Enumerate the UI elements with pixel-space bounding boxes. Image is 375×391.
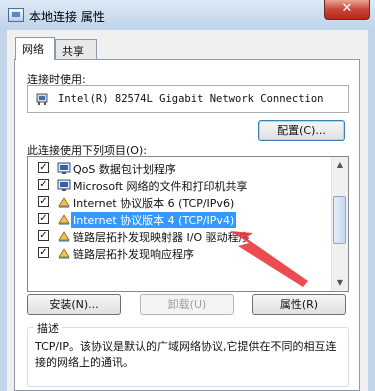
item-checkbox[interactable]: ✓: [38, 196, 49, 207]
description-legend: 描述: [34, 320, 62, 336]
adapter-name: Intel(R) 82574L Gigabit Network Connecti…: [58, 93, 324, 105]
item-label: Internet 协议版本 6 (TCP/IPv6): [73, 197, 235, 210]
scroll-up-icon[interactable]: ▲: [332, 157, 348, 173]
item-label: Internet 协议版本 4 (TCP/IPv4): [71, 212, 237, 228]
title-bar: 本地连接 属性 ✕: [0, 0, 375, 30]
list-item[interactable]: ✓ 链路层拓扑发现映射器 I/O 驱动程序: [28, 228, 328, 244]
network-connection-icon: [8, 8, 24, 22]
item-label: 链路层拓扑发现映射器 I/O 驱动程序: [73, 231, 250, 244]
protocol-icon: [58, 231, 70, 242]
item-checkbox[interactable]: ✓: [38, 162, 49, 173]
item-checkbox[interactable]: ✓: [38, 230, 49, 241]
item-label: QoS 数据包计划程序: [73, 163, 176, 176]
scroll-down-icon[interactable]: ▼: [332, 275, 348, 291]
close-button[interactable]: ✕: [324, 0, 370, 20]
description-text: TCP/IP。该协议是默认的广域网络协议,它提供在不同的相互连接的网络上的通讯。: [35, 340, 337, 369]
item-checkbox[interactable]: ✓: [38, 247, 49, 258]
list-item[interactable]: ✓ QoS 数据包计划程序: [28, 160, 328, 176]
properties-button[interactable]: 属性(R): [252, 294, 346, 315]
configure-button[interactable]: 配置(C)...: [258, 120, 345, 141]
list-item[interactable]: ✓ Internet 协议版本 6 (TCP/IPv6): [28, 194, 328, 210]
qos-icon: [57, 162, 71, 174]
list-item[interactable]: ✓ 链路层拓扑发现响应程序: [28, 245, 328, 261]
list-item[interactable]: ✓ Internet 协议版本 4 (TCP/IPv4): [28, 211, 328, 228]
properties-dialog: 网络 共享 连接时使用: Intel(R) 82574L Gigabit Net…: [7, 30, 368, 391]
install-button[interactable]: 安装(N)...: [27, 294, 121, 315]
protocol-icon: [58, 248, 70, 259]
protocol-icon: [58, 197, 70, 208]
tab-network[interactable]: 网络: [15, 37, 55, 60]
tab-sharing[interactable]: 共享: [55, 39, 97, 59]
list-item[interactable]: ✓ Microsoft 网络的文件和打印机共享: [28, 177, 328, 193]
item-label: 链路层拓扑发现响应程序: [73, 248, 194, 261]
uninstall-button[interactable]: 卸载(U): [140, 294, 234, 315]
description-group: 描述 TCP/IP。该协议是默认的广域网络协议,它提供在不同的相互连接的网络上的…: [27, 320, 349, 387]
items-list[interactable]: ✓ QoS 数据包计划程序 ✓ Microsoft 网络的文件和打印机共享 ✓: [27, 156, 349, 292]
network-adapter-icon: [36, 93, 48, 105]
vertical-scrollbar[interactable]: ▲ ▼: [331, 157, 348, 291]
item-label: Microsoft 网络的文件和打印机共享: [73, 180, 248, 193]
item-checkbox[interactable]: ✓: [38, 213, 49, 224]
item-checkbox[interactable]: ✓: [38, 179, 49, 190]
adapter-field: Intel(R) 82574L Gigabit Network Connecti…: [27, 85, 349, 113]
scroll-thumb[interactable]: [333, 196, 346, 244]
protocol-icon: [58, 214, 70, 225]
share-icon: [57, 179, 71, 191]
window-title: 本地连接 属性: [29, 10, 105, 24]
